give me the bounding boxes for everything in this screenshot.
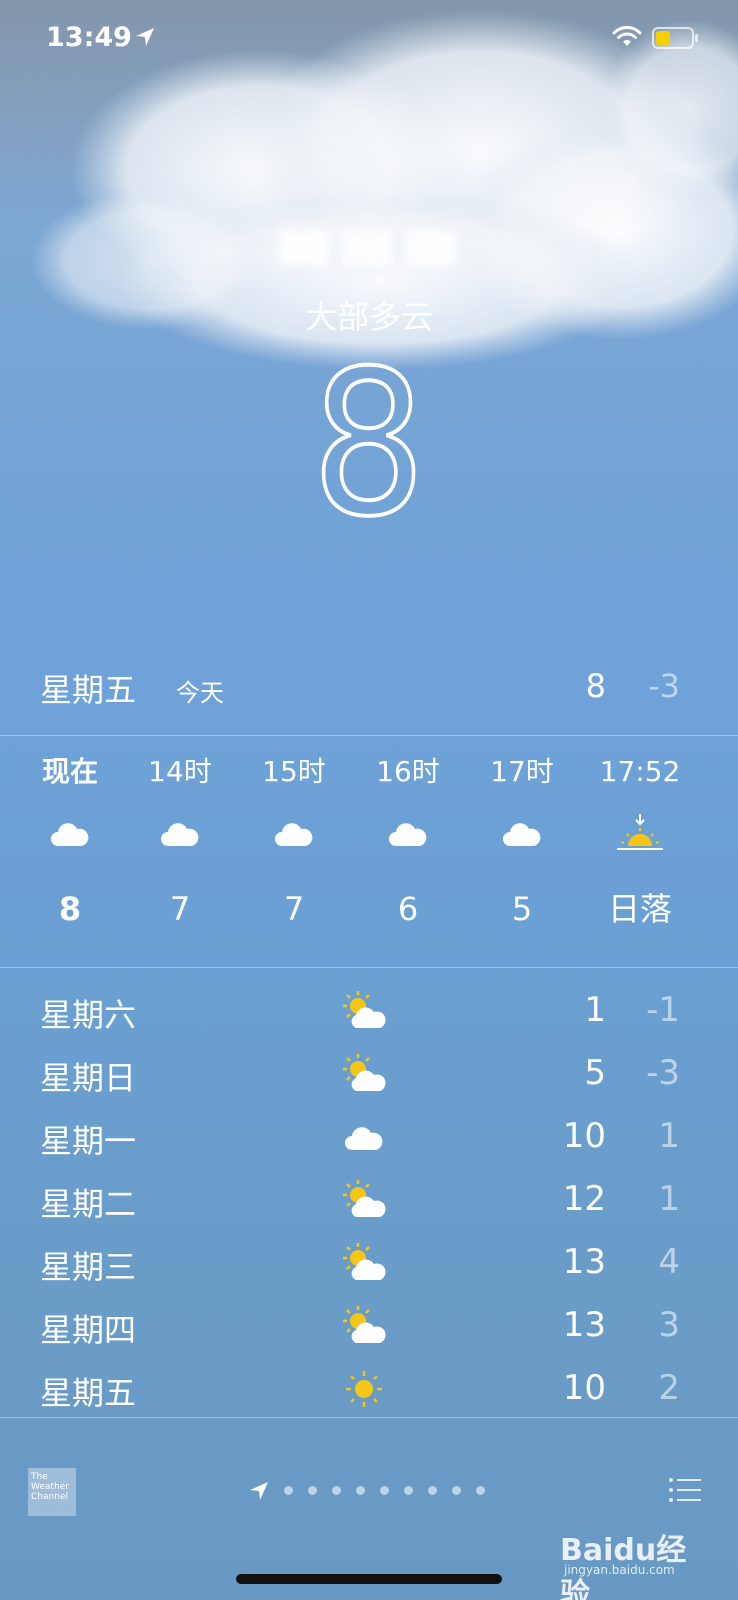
cloud-icon [462, 794, 582, 874]
hour-label: 现在 [41, 755, 98, 788]
page-dot [332, 1486, 341, 1495]
today-low: -3 [648, 667, 680, 705]
hour-temp: 7 [169, 890, 191, 928]
current-temperature-value: 8 [310, 328, 428, 561]
status-bar: 13:49 [0, 0, 738, 80]
day-high: 5 [584, 1053, 606, 1093]
daily-row: 星期二 12 1 [0, 1171, 738, 1234]
day-low: 1 [658, 1179, 680, 1219]
weather-channel-logo[interactable]: The Weather Channel [28, 1468, 76, 1516]
page-indicator[interactable] [284, 1486, 485, 1495]
day-name: 星期四 [40, 1311, 137, 1349]
divider [0, 1417, 738, 1418]
daily-forecast[interactable]: 星期六 1 -1 星期日 5 -3 星期一 10 1 星期二 12 1 星期三 … [0, 982, 738, 1423]
wifi-icon [612, 26, 642, 46]
hourly-item: 现在 8 [10, 750, 130, 944]
today-high: 8 [585, 667, 606, 705]
daily-row: 星期五 10 2 [0, 1360, 738, 1423]
home-indicator[interactable] [236, 1574, 502, 1584]
day-low: 2 [658, 1368, 680, 1408]
page-dot [404, 1486, 413, 1495]
today-tag: 今天 [176, 679, 224, 707]
hourly-item: 17时 5 [462, 750, 582, 944]
watermark-site: jingyan.baidu.com [564, 1563, 675, 1577]
hour-label: 17:52 [599, 755, 681, 788]
hourly-item: 16时 6 [348, 750, 468, 944]
hour-temp: 6 [397, 890, 419, 928]
daily-row: 星期六 1 -1 [0, 982, 738, 1045]
cloud-icon [120, 794, 240, 874]
day-name: 星期二 [40, 1185, 137, 1223]
day-low: 1 [658, 1116, 680, 1156]
partly-cloudy-icon [343, 1243, 386, 1280]
hour-temp: 7 [283, 890, 305, 928]
day-high: 12 [562, 1179, 606, 1219]
cloud-icon [348, 794, 468, 874]
cloud-icon [345, 1127, 383, 1150]
hour-temp: 日落 [607, 890, 672, 928]
sun-icon [346, 1371, 382, 1407]
today-day: 星期五 [40, 671, 137, 709]
daily-row: 星期日 5 -3 [0, 1045, 738, 1108]
hourly-item: 14时 7 [120, 750, 240, 944]
daily-row: 星期三 13 4 [0, 1234, 738, 1297]
city-name [0, 222, 738, 272]
page-dot [476, 1486, 485, 1495]
daily-row: 星期四 13 3 [0, 1297, 738, 1360]
page-dot [380, 1486, 389, 1495]
day-name: 星期六 [40, 996, 137, 1034]
day-low: -1 [646, 990, 680, 1030]
partly-cloudy-icon [343, 1306, 386, 1343]
hourly-item: 15时 7 [234, 750, 354, 944]
today-summary: 星期五 今天 8 -3 [0, 665, 738, 715]
hour-label: 14时 [148, 755, 212, 788]
day-name: 星期五 [40, 1374, 137, 1412]
page-dot [452, 1486, 461, 1495]
day-name: 星期日 [40, 1059, 137, 1097]
day-name: 星期一 [40, 1122, 137, 1160]
partly-cloudy-icon [343, 1180, 386, 1217]
partly-cloudy-icon [343, 991, 386, 1028]
divider [0, 735, 738, 736]
hour-label: 16时 [376, 755, 440, 788]
location-arrow-icon [136, 28, 154, 46]
battery-icon [652, 27, 698, 49]
hour-temp: 8 [58, 890, 82, 928]
page-dot [356, 1486, 365, 1495]
day-high: 10 [562, 1116, 606, 1156]
day-high: 1 [584, 990, 606, 1030]
list-icon[interactable] [668, 1476, 702, 1504]
day-high: 13 [562, 1242, 606, 1282]
cloud-icon [234, 794, 354, 874]
day-low: -3 [646, 1053, 680, 1093]
hour-temp: 5 [511, 890, 533, 928]
day-low: 4 [658, 1242, 680, 1282]
day-name: 星期三 [40, 1248, 137, 1286]
baidu-watermark: Baidu经验 jingyan.baidu.com [560, 1525, 710, 1600]
page-dot [284, 1486, 293, 1495]
current-location-icon[interactable] [248, 1480, 270, 1502]
page-dot [308, 1486, 317, 1495]
blurred-city-name [279, 230, 456, 266]
status-time: 13:49 [46, 22, 132, 53]
day-high: 13 [562, 1305, 606, 1345]
day-high: 10 [562, 1368, 606, 1408]
divider [0, 967, 738, 968]
current-temperature: 8 [0, 328, 738, 561]
page-dot [428, 1486, 437, 1495]
sunset-icon [580, 794, 700, 874]
daily-row: 星期一 10 1 [0, 1108, 738, 1171]
hour-label: 17时 [490, 755, 554, 788]
hourly-forecast[interactable]: 现在 8 14时 7 15时 7 16时 6 17时 5 17:52 日落 [0, 750, 738, 970]
cloud-icon [10, 794, 130, 874]
partly-cloudy-icon [343, 1054, 386, 1091]
hour-label: 15时 [262, 755, 326, 788]
hourly-item: 17:52 日落 [580, 750, 700, 944]
day-low: 3 [658, 1305, 680, 1345]
